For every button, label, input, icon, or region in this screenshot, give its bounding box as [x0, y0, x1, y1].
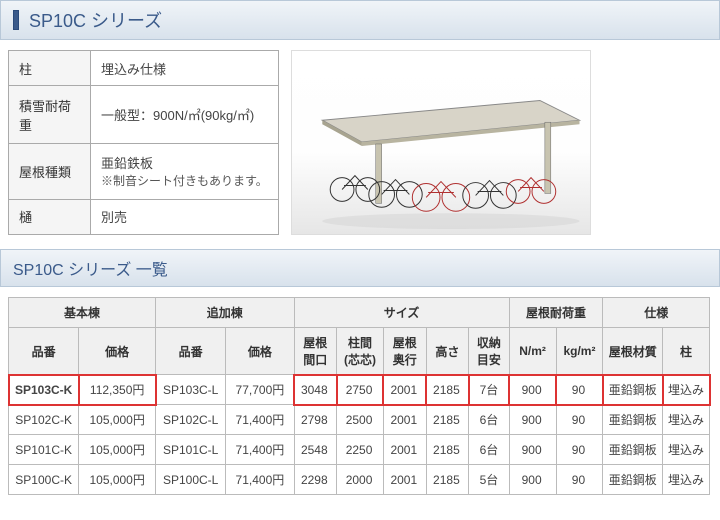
- th-group-load: 屋根耐荷重: [509, 298, 603, 328]
- cell-span: 2500: [337, 405, 384, 435]
- cell-a_price: 71,400円: [226, 465, 294, 495]
- th-hashira-kan: 柱間(芯芯): [337, 328, 384, 375]
- header-row-2: 品番 価格 品番 価格 屋根間口 柱間(芯芯) 屋根奥行 高さ 収納目安 N/m…: [9, 328, 710, 375]
- product-image: [291, 50, 591, 235]
- bike-shelter-illustration: [292, 51, 590, 234]
- cell-b_hin: SP103C-K: [9, 375, 79, 405]
- cell-cap: 6台: [469, 435, 509, 465]
- cell-b_price: 112,350円: [79, 375, 156, 405]
- cell-b_hin: SP100C-K: [9, 465, 79, 495]
- spec-value: 埋込み仕様: [91, 51, 279, 86]
- cell-roof: 亜鉛鋼板: [603, 375, 663, 405]
- cell-n: 900: [509, 435, 556, 465]
- spec-label: 積雪耐荷重: [9, 86, 91, 144]
- cell-kg: 90: [556, 375, 603, 405]
- cell-kg: 90: [556, 465, 603, 495]
- cell-a_price: 71,400円: [226, 405, 294, 435]
- cell-depth: 2001: [383, 405, 426, 435]
- cell-kg: 90: [556, 405, 603, 435]
- th-yane-okuyuki: 屋根奥行: [383, 328, 426, 375]
- th-takasa: 高さ: [426, 328, 469, 375]
- cell-a_hin: SP102C-L: [156, 405, 226, 435]
- table-row: SP101C-K105,000円SP101C-L71,400円254822502…: [9, 435, 710, 465]
- cell-a_hin: SP101C-L: [156, 435, 226, 465]
- list-title: SP10C シリーズ 一覧: [0, 249, 720, 287]
- cell-a_hin: SP100C-L: [156, 465, 226, 495]
- cell-post: 埋込み: [663, 465, 710, 495]
- spec-value: 別売: [91, 199, 279, 234]
- cell-roof: 亜鉛鋼板: [603, 465, 663, 495]
- cell-depth: 2001: [383, 435, 426, 465]
- th-hashira: 柱: [663, 328, 710, 375]
- cell-cap: 6台: [469, 405, 509, 435]
- th-group-add: 追加棟: [156, 298, 294, 328]
- cell-n: 900: [509, 405, 556, 435]
- th-group-size: サイズ: [294, 298, 509, 328]
- cell-a_hin: SP103C-L: [156, 375, 226, 405]
- cell-b_price: 105,000円: [79, 405, 156, 435]
- cell-kg: 90: [556, 435, 603, 465]
- cell-roof: 亜鉛鋼板: [603, 435, 663, 465]
- cell-w: 3048: [294, 375, 337, 405]
- cell-w: 2298: [294, 465, 337, 495]
- spec-row: 樋別売: [9, 199, 279, 234]
- spec-label: 屋根種類: [9, 144, 91, 199]
- th-kakaku-add: 価格: [226, 328, 294, 375]
- spec-row: 柱埋込み仕様: [9, 51, 279, 86]
- cell-a_price: 77,700円: [226, 375, 294, 405]
- table-row: SP103C-K112,350円SP103C-L77,700円304827502…: [9, 375, 710, 405]
- page-title-bar: SP10C シリーズ: [0, 0, 720, 40]
- cell-w: 2798: [294, 405, 337, 435]
- th-hinban-add: 品番: [156, 328, 226, 375]
- th-yane-makuchi: 屋根間口: [294, 328, 337, 375]
- th-kg: kg/m²: [556, 328, 603, 375]
- cell-post: 埋込み: [663, 375, 710, 405]
- top-section: 柱埋込み仕様積雪耐荷重一般型：900N/㎡(90kg/㎡)屋根種類亜鉛鉄板※制音…: [0, 50, 720, 249]
- cell-b_price: 105,000円: [79, 435, 156, 465]
- cell-span: 2750: [337, 375, 384, 405]
- th-yane-zai: 屋根材質: [603, 328, 663, 375]
- cell-roof: 亜鉛鋼板: [603, 405, 663, 435]
- table-row: SP100C-K105,000円SP100C-L71,400円229820002…: [9, 465, 710, 495]
- spec-value: 亜鉛鉄板※制音シート付きもあります。: [91, 144, 279, 199]
- header-row-1: 基本棟 追加棟 サイズ 屋根耐荷重 仕様: [9, 298, 710, 328]
- th-kakaku: 価格: [79, 328, 156, 375]
- cell-cap: 5台: [469, 465, 509, 495]
- cell-n: 900: [509, 375, 556, 405]
- spec-row: 積雪耐荷重一般型：900N/㎡(90kg/㎡): [9, 86, 279, 144]
- th-shuno: 収納目安: [469, 328, 509, 375]
- cell-w: 2548: [294, 435, 337, 465]
- cell-b_hin: SP102C-K: [9, 405, 79, 435]
- cell-height: 2185: [426, 435, 469, 465]
- cell-span: 2250: [337, 435, 384, 465]
- th-group-basic: 基本棟: [9, 298, 156, 328]
- th-group-spec: 仕様: [603, 298, 710, 328]
- spec-label: 樋: [9, 199, 91, 234]
- cell-height: 2185: [426, 375, 469, 405]
- cell-n: 900: [509, 465, 556, 495]
- spec-row: 屋根種類亜鉛鉄板※制音シート付きもあります。: [9, 144, 279, 199]
- cell-b_hin: SP101C-K: [9, 435, 79, 465]
- cell-depth: 2001: [383, 465, 426, 495]
- spec-note: ※制音シート付きもあります。: [101, 174, 268, 188]
- th-hinban: 品番: [9, 328, 79, 375]
- cell-b_price: 105,000円: [79, 465, 156, 495]
- title-accent: [13, 10, 19, 30]
- cell-height: 2185: [426, 465, 469, 495]
- cell-height: 2185: [426, 405, 469, 435]
- cell-depth: 2001: [383, 375, 426, 405]
- spec-value: 一般型：900N/㎡(90kg/㎡): [91, 86, 279, 144]
- cell-post: 埋込み: [663, 405, 710, 435]
- spec-label: 柱: [9, 51, 91, 86]
- cell-span: 2000: [337, 465, 384, 495]
- cell-a_price: 71,400円: [226, 435, 294, 465]
- table-row: SP102C-K105,000円SP102C-L71,400円279825002…: [9, 405, 710, 435]
- th-n: N/m²: [509, 328, 556, 375]
- page-title: SP10C シリーズ: [29, 7, 162, 33]
- cell-post: 埋込み: [663, 435, 710, 465]
- spec-table: 柱埋込み仕様積雪耐荷重一般型：900N/㎡(90kg/㎡)屋根種類亜鉛鉄板※制音…: [8, 50, 279, 235]
- list-table: 基本棟 追加棟 サイズ 屋根耐荷重 仕様 品番 価格 品番 価格 屋根間口 柱間…: [8, 297, 710, 495]
- cell-cap: 7台: [469, 375, 509, 405]
